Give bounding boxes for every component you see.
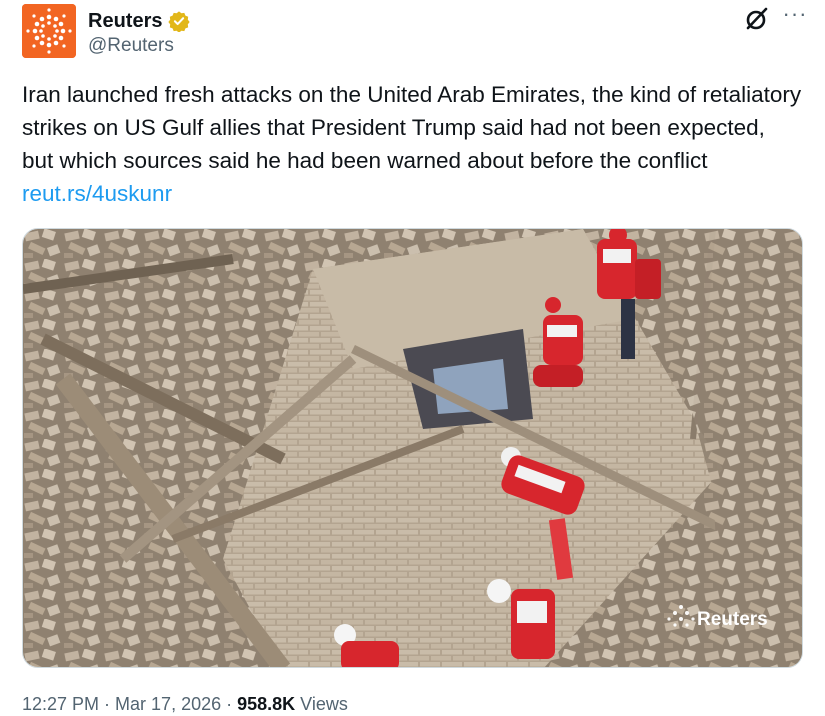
tweet-header: Reuters @Reuters ··· (22, 3, 812, 60)
tweet-link[interactable]: reut.rs/4uskunr (22, 181, 172, 206)
views-count[interactable]: 958.8K (237, 694, 295, 714)
views-label: Views (295, 694, 348, 714)
tweet-photo[interactable]: Reuters (22, 228, 803, 668)
grok-icon[interactable] (742, 4, 772, 34)
reuters-logo-icon (22, 4, 76, 58)
tweet-date[interactable]: Mar 17, 2026 (115, 694, 221, 714)
tweet-meta: 12:27 PM · Mar 17, 2026 · 958.8K Views (22, 694, 348, 715)
tweet-body: Iran launched fresh attacks on the Unite… (22, 82, 802, 173)
meta-separator-2: · (221, 694, 238, 714)
tweet-time[interactable]: 12:27 PM (22, 694, 99, 714)
verified-badge-icon (168, 11, 191, 32)
name-line: Reuters (88, 7, 191, 35)
meta-separator: · (99, 694, 116, 714)
more-icon[interactable]: ··· (780, 3, 810, 32)
tweet-text: Iran launched fresh attacks on the Unite… (22, 78, 802, 210)
account-handle[interactable]: @Reuters (88, 35, 174, 57)
display-name[interactable]: Reuters (88, 10, 162, 33)
photo-watermark: Reuters (697, 609, 768, 630)
reuters-avatar[interactable] (22, 4, 76, 58)
rubble-rescue-photo: Reuters (23, 229, 802, 667)
